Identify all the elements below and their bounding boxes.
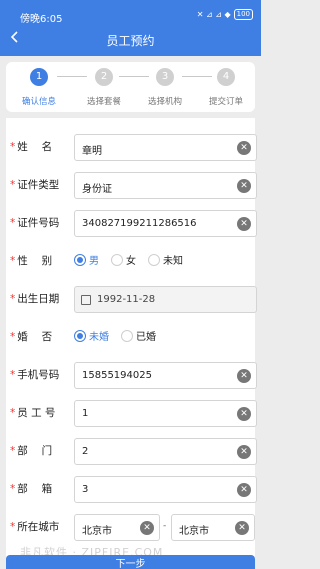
dept-box-field[interactable]: 3 ✕: [74, 476, 257, 503]
employee-no-field[interactable]: 1 ✕: [74, 400, 257, 427]
name-row: * 姓 名 章明 ✕: [6, 129, 257, 163]
id-number-value: 340827199211286516: [82, 218, 197, 229]
clear-icon[interactable]: ✕: [237, 407, 251, 421]
required-mark: *: [10, 369, 16, 381]
gender-radio-group: 男 女 未知: [74, 252, 183, 267]
phone-field[interactable]: 15855194025 ✕: [74, 362, 257, 389]
city-separator: -: [163, 521, 167, 531]
clear-icon[interactable]: ✕: [237, 445, 251, 459]
step-number: 2: [95, 68, 113, 86]
clear-icon[interactable]: ✕: [237, 483, 251, 497]
city-province-select[interactable]: 北京市 ✕: [74, 514, 160, 541]
dept-box-row: * 部 箱 3 ✕: [6, 471, 257, 505]
required-mark: *: [10, 521, 16, 533]
gender-option-female[interactable]: 女: [111, 252, 136, 267]
clear-icon[interactable]: ✕: [237, 141, 251, 155]
employee-form: * 姓 名 章明 ✕ * 证件类型 身份证 ✕ * 证件号码 340827199211…: [6, 118, 257, 569]
step-number: 4: [217, 68, 235, 86]
birthday-value: 1992-11-28: [97, 294, 156, 305]
married-option-married[interactable]: 已婚: [121, 328, 156, 343]
step-3: 3 选择机构: [135, 68, 195, 107]
employee-no-row: * 员 工 号 1 ✕: [6, 395, 257, 429]
id-type-label: * 证件类型: [10, 179, 60, 191]
city-province-value: 北京市: [82, 526, 112, 537]
page-title: 员工预约: [106, 34, 155, 48]
status-time: 傍晚6:05: [20, 14, 63, 25]
clear-icon[interactable]: ✕: [237, 217, 251, 231]
step-label: 选择套餐: [86, 97, 121, 107]
birthday-field[interactable]: 1992-11-28: [74, 286, 257, 313]
city-city-select[interactable]: 北京市 ✕: [171, 514, 255, 541]
id-type-row: * 证件类型 身份证 ✕: [6, 167, 257, 201]
name-label: * 姓 名: [10, 141, 53, 153]
calendar-icon: [81, 295, 91, 305]
clear-icon[interactable]: ✕: [237, 179, 251, 193]
id-type-value: 身份证: [82, 184, 112, 195]
required-mark: *: [10, 217, 16, 229]
gender-label: * 性 别: [10, 255, 53, 267]
clear-icon[interactable]: ✕: [140, 521, 154, 535]
id-type-select[interactable]: 身份证 ✕: [74, 172, 257, 199]
step-indicator: 1 确认信息 2 选择套餐 3 选择机构 4 提交订单: [6, 62, 255, 112]
required-mark: *: [10, 483, 16, 495]
birthday-label: * 出生日期: [10, 293, 60, 305]
required-mark: *: [10, 255, 16, 267]
step-number: 1: [30, 68, 48, 86]
required-mark: *: [10, 407, 16, 419]
id-number-label: * 证件号码: [10, 217, 60, 229]
required-mark: *: [10, 141, 16, 153]
phone-value: 15855194025: [82, 370, 152, 381]
dept-box-label: * 部 箱: [10, 483, 53, 495]
required-mark: *: [10, 445, 16, 457]
married-radio-group: 未婚 已婚: [74, 328, 156, 343]
married-option-single[interactable]: 未婚: [74, 328, 109, 343]
married-label: * 婚 否: [10, 331, 53, 343]
step-4: 4 提交订单: [196, 68, 256, 107]
married-row: * 婚 否 未婚 已婚: [6, 319, 255, 353]
step-label: 确认信息: [21, 97, 56, 107]
phone-row: * 手机号码 15855194025 ✕: [6, 357, 257, 391]
phone-label: * 手机号码: [10, 369, 60, 381]
gender-option-male[interactable]: 男: [74, 252, 99, 267]
department-field[interactable]: 2 ✕: [74, 438, 257, 465]
step-2: 2 选择套餐: [74, 68, 134, 107]
department-value: 2: [82, 446, 89, 457]
step-1: 1 确认信息: [9, 68, 69, 107]
next-button[interactable]: 下一步: [6, 555, 255, 569]
employee-no-value: 1: [82, 408, 89, 419]
department-label: * 部 门: [10, 445, 53, 457]
clear-icon[interactable]: ✕: [237, 369, 251, 383]
status-icons: ✕ ⊿ ⊿ ◆ 100: [197, 9, 253, 20]
name-value: 章明: [82, 146, 102, 157]
step-number: 3: [156, 68, 174, 86]
gender-row: * 性 别 男 女 未知: [6, 243, 255, 277]
battery-icon: 100: [233, 9, 253, 20]
step-label: 选择机构: [147, 97, 182, 107]
app-header: 傍晚6:05 ✕ ⊿ ⊿ ◆ 100 员工预约: [0, 0, 261, 56]
gender-option-unknown[interactable]: 未知: [148, 252, 183, 267]
city-label: * 所在城市: [10, 521, 60, 533]
required-mark: *: [10, 331, 16, 343]
clear-icon[interactable]: ✕: [235, 521, 249, 535]
id-number-field[interactable]: 340827199211286516 ✕: [74, 210, 257, 237]
required-mark: *: [10, 293, 16, 305]
name-field[interactable]: 章明 ✕: [74, 134, 257, 161]
employee-no-label: * 员 工 号: [10, 407, 56, 419]
department-row: * 部 门 2 ✕: [6, 433, 257, 467]
required-mark: *: [10, 179, 16, 191]
dept-box-value: 3: [82, 484, 89, 495]
signal-icons: ✕ ⊿ ⊿ ◆: [196, 10, 231, 19]
step-label: 提交订单: [208, 97, 243, 107]
id-number-row: * 证件号码 340827199211286516 ✕: [6, 205, 257, 239]
city-city-value: 北京市: [179, 526, 209, 537]
city-row: * 所在城市 北京市 ✕ - 北京市 ✕: [6, 509, 255, 543]
birthday-row: * 出生日期 1992-11-28: [6, 281, 257, 315]
